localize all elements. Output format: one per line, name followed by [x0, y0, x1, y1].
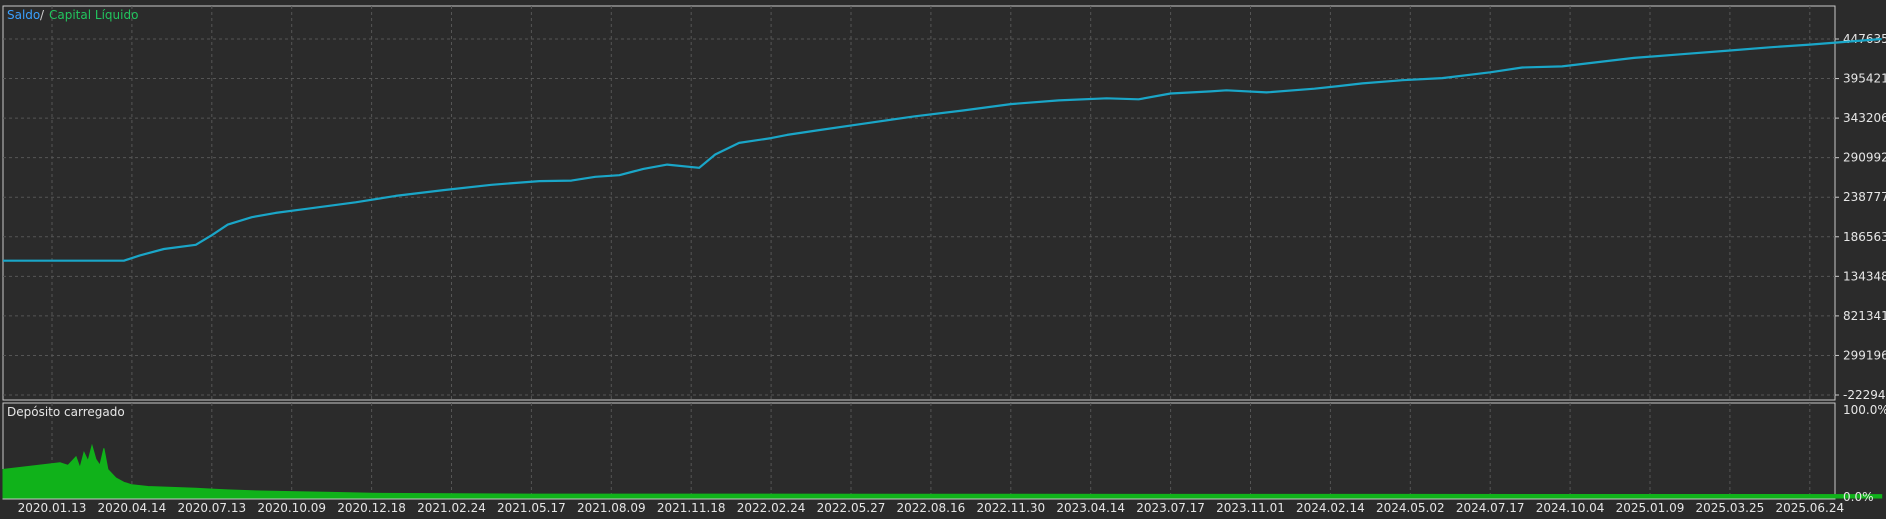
x-tick-label: 2021.05.17: [497, 501, 566, 515]
x-tick-label: 2022.02.24: [737, 501, 806, 515]
x-tick-label: 2025.03.25: [1696, 501, 1765, 515]
x-tick-label: 2020.04.14: [98, 501, 167, 515]
x-tick-label: 2022.05.27: [817, 501, 886, 515]
deposit-y-tick-label: 0.0%: [1843, 490, 1874, 504]
x-tick-label: 2025.01.09: [1616, 501, 1685, 515]
x-tick-label: 2024.07.17: [1456, 501, 1525, 515]
x-tick-label: 2020.12.18: [337, 501, 406, 515]
legend-capital-liquido[interactable]: Capital Líquido: [49, 8, 138, 22]
x-tick-label: 2022.08.16: [897, 501, 966, 515]
x-tick-label: 2025.06.24: [1775, 501, 1844, 515]
deposit-y-tick-label: 100.0%: [1843, 403, 1886, 417]
x-tick-label: 2024.05.02: [1376, 501, 1445, 515]
y-tick-label: 821341: [1843, 309, 1886, 323]
y-tick-label: 186563: [1843, 230, 1886, 244]
y-tick-label: 134348(: [1843, 269, 1886, 283]
x-tick-label: 2021.02.24: [417, 501, 486, 515]
y-tick-label: -222949: [1843, 388, 1886, 402]
x-tick-label: 2021.08.09: [577, 501, 646, 515]
x-tick-label: 2020.01.13: [18, 501, 87, 515]
chart-background: [0, 0, 1886, 519]
time-x-axis: 2020.01.13 2020.04.14 2020.07.13 2020.10.09…: [18, 501, 1845, 515]
y-tick-label: 290992: [1843, 151, 1886, 165]
deposit-load-title: Depósito carregado: [7, 405, 125, 419]
x-tick-label: 2023.04.14: [1056, 501, 1125, 515]
x-tick-label: 2020.07.13: [177, 501, 246, 515]
x-tick-label: 2021.11.18: [657, 501, 726, 515]
legend: Saldo / Capital Líquido: [7, 8, 138, 22]
legend-saldo[interactable]: Saldo: [7, 8, 40, 22]
y-tick-label: 299196: [1843, 348, 1886, 362]
x-tick-label: 2020.10.09: [257, 501, 326, 515]
equity-chart: 447635(395421343206(290992238777(1865631…: [0, 0, 1886, 519]
x-tick-label: 2024.02.14: [1296, 501, 1365, 515]
y-tick-label: 395421: [1843, 72, 1886, 86]
x-tick-label: 2023.07.17: [1136, 501, 1205, 515]
y-tick-label: 343206(: [1843, 111, 1886, 125]
x-tick-label: 2024.10.04: [1536, 501, 1605, 515]
x-tick-label: 2023.11.01: [1216, 501, 1285, 515]
y-tick-label: 238777(: [1843, 190, 1886, 204]
x-tick-label: 2022.11.30: [976, 501, 1045, 515]
